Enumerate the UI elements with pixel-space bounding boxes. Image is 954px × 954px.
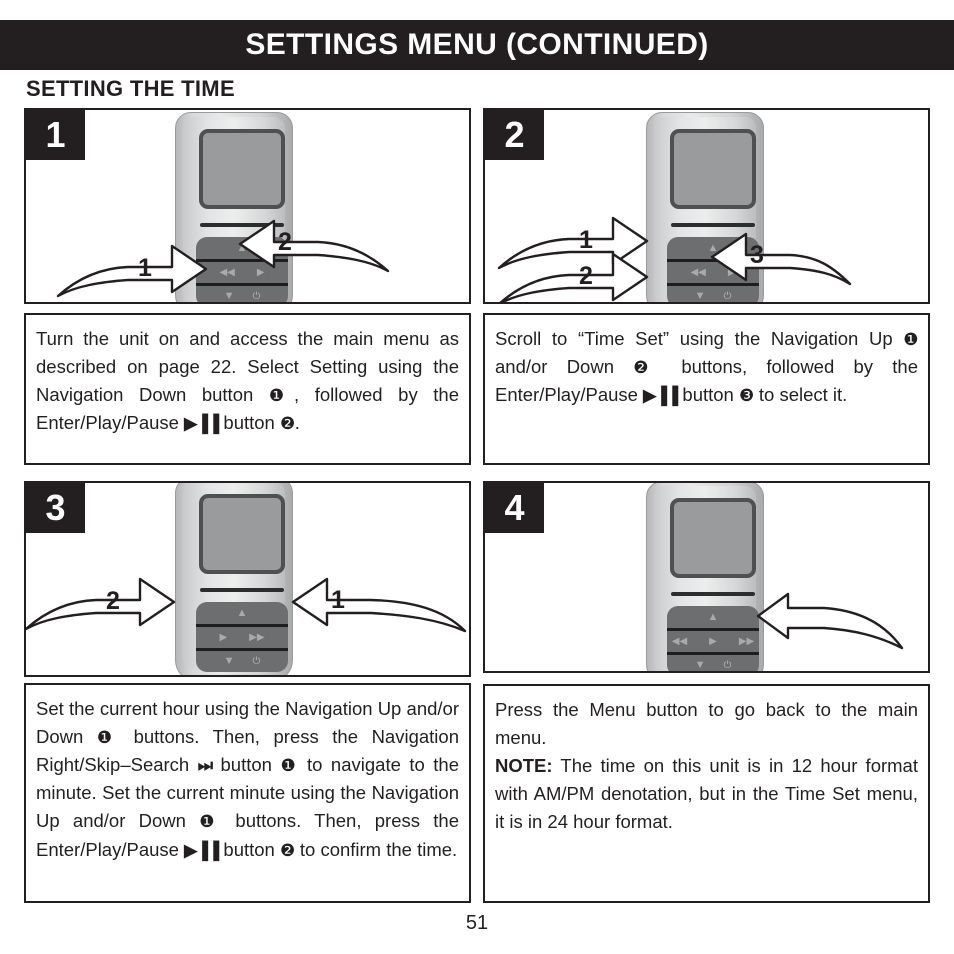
device-body: ▲ ◀◀ ▶ ▶▶ ▼ ⏻ xyxy=(654,486,759,671)
step-2-text: Scroll to “Time Set” using the Navigatio… xyxy=(495,328,918,406)
power-icon: ⏻ xyxy=(252,655,261,667)
play-pause-icon: ▶▐▐ xyxy=(643,386,678,406)
circled-2-icon: ❷ xyxy=(633,358,663,378)
nav-up-icon: ▲ xyxy=(236,606,248,619)
device-screen xyxy=(670,129,756,209)
step-4-badge: 4 xyxy=(485,483,544,533)
step-3-text: Set the current hour using the Navigatio… xyxy=(36,698,459,860)
callout-step4-menu xyxy=(750,588,920,650)
pad-row-down: ▼ ⏻ xyxy=(196,651,288,672)
step-4-illustration: ▲ ◀◀ ▶ ▶▶ ▼ ⏻ xyxy=(485,483,928,671)
device-illustration: ▲ ◀◀ ▶ ▶▶ ▼ ⏻ xyxy=(646,483,764,671)
rewind-icon: ◀◀ xyxy=(671,635,688,647)
callout-step3-2: 2 xyxy=(26,575,232,633)
step-1-illustration: ▲ ◀◀ ▶ ▼ ⏻ 1 2 xyxy=(26,110,469,302)
callout-step2-3-number: 3 xyxy=(750,241,764,269)
step-4-image-panel: 4 ▲ ◀◀ ▶ ▶▶ ▼ ⏻ xyxy=(483,481,930,673)
circled-1-icon: ❶ xyxy=(903,330,918,349)
nav-up-icon: ▲ xyxy=(707,610,719,623)
play-pause-icon: ▶▐▐ xyxy=(184,414,219,434)
skip-search-icon: ⏭ xyxy=(197,756,213,776)
pad-row-down: ▼ ⏻ xyxy=(667,655,759,671)
step-4-text-panel: Press the Menu button to go back to the … xyxy=(483,684,930,903)
step-3-text-panel: Set the current hour using the Navigatio… xyxy=(24,683,471,903)
circled-1-icon: ❶ xyxy=(268,386,295,406)
circled-1-icon: ❶ xyxy=(96,728,121,748)
device-screen xyxy=(199,494,285,574)
play-pause-icon: ▶▐▐ xyxy=(184,840,219,860)
page-number: 51 xyxy=(465,912,489,934)
circled-3-icon: ❸ xyxy=(738,386,754,406)
nav-down-icon: ▼ xyxy=(694,659,706,671)
callout-step1-2: 2 xyxy=(182,217,392,275)
callout-step2-3: 3 xyxy=(654,230,854,288)
play-icon: ▶ xyxy=(219,631,228,643)
device-divider xyxy=(671,592,755,596)
step-2-badge: 2 xyxy=(485,110,544,160)
step-1-badge: 1 xyxy=(26,110,85,160)
callout-step1-2-number: 2 xyxy=(278,228,292,256)
callout-step2-2-number: 2 xyxy=(579,262,593,290)
step-1-text-panel: Turn the unit on and access the main men… xyxy=(24,313,471,465)
play-icon: ▶ xyxy=(709,635,717,647)
manual-page: SETTINGS MENU (CONTINUED) SETTING THE TI… xyxy=(0,0,954,954)
callout-step3-2-number: 2 xyxy=(106,587,120,615)
forward-icon: ▶▶ xyxy=(249,631,265,643)
note-label: NOTE: xyxy=(495,755,553,777)
page-title: SETTINGS MENU (CONTINUED) xyxy=(245,28,709,61)
pad-row-up: ▲ xyxy=(667,606,759,628)
callout-step3-1: 1 xyxy=(279,575,469,633)
page-header-bar: SETTINGS MENU (CONTINUED) xyxy=(0,20,954,70)
step-2-text-panel: Scroll to “Time Set” using the Navigatio… xyxy=(483,313,930,465)
step-1-text: Turn the unit on and access the main men… xyxy=(36,328,459,434)
section-title: SETTING THE TIME xyxy=(26,76,235,101)
circled-2-icon: ❷ xyxy=(279,840,295,860)
nav-down-icon: ▼ xyxy=(223,655,235,667)
step-2-illustration: ▲ ◀◀ ▶ ▼ ⏻ 1 2 3 xyxy=(485,110,928,302)
device-screen xyxy=(670,498,756,578)
step-4-text-line-1: Press the Menu button to go back to the … xyxy=(495,699,918,749)
power-icon: ⏻ xyxy=(723,290,732,302)
step-2-image-panel: 2 ▲ ◀◀ ▶ ▼ ⏻ 1 2 3 xyxy=(483,108,930,304)
device-screen xyxy=(199,129,285,209)
step-4-text-note: NOTE: The time on this unit is in 12 hou… xyxy=(495,755,918,833)
callout-step3-1-number: 1 xyxy=(331,586,345,614)
device-control-pad: ▲ ◀◀ ▶ ▶▶ ▼ ⏻ xyxy=(667,606,759,671)
pad-row-transport: ◀◀ ▶ ▶▶ xyxy=(667,631,759,652)
step-3-image-panel: 3 ▲ ▶ ▶▶ ▼ ⏻ 2 1 xyxy=(24,481,471,677)
power-icon: ⏻ xyxy=(723,659,732,671)
callout-step1-1-number: 1 xyxy=(138,254,152,282)
circled-1-icon: ❶ xyxy=(280,756,299,776)
step-1-image-panel: 1 ▲ ◀◀ ▶ ▼ ⏻ 1 2 xyxy=(24,108,471,304)
circled-2-icon: ❷ xyxy=(279,414,295,434)
step-3-badge: 3 xyxy=(26,483,85,533)
step-3-illustration: ▲ ▶ ▶▶ ▼ ⏻ 2 1 xyxy=(26,483,469,675)
circled-1-icon: ❶ xyxy=(199,812,223,832)
